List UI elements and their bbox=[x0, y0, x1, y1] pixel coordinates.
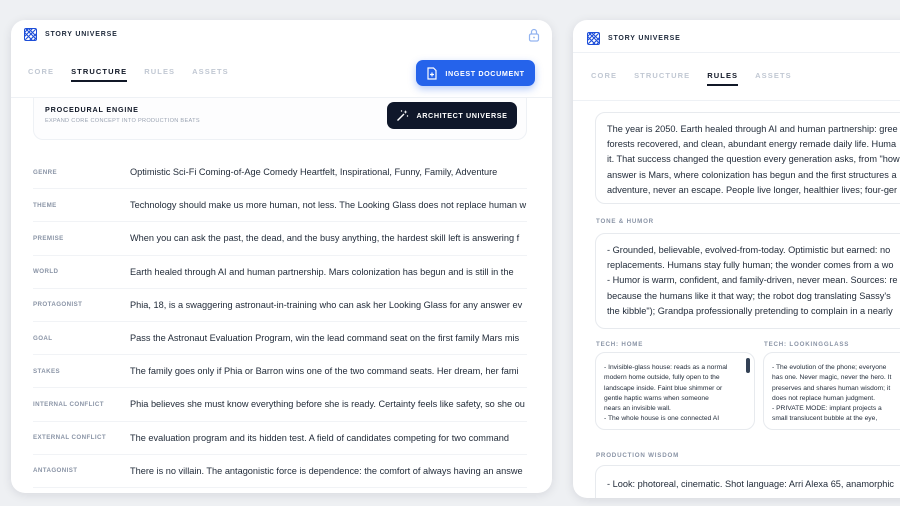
row-label: STAKES bbox=[33, 367, 61, 375]
tone-line: replacements. Humans stay fully human; t… bbox=[607, 260, 894, 271]
tab-assets[interactable]: ASSETS bbox=[192, 67, 229, 82]
tone-humor-label: TONE & HUMOR bbox=[596, 218, 654, 225]
world-line: The year is 2050. Earth healed through A… bbox=[607, 124, 898, 134]
row-value[interactable]: Technology should make us more human, no… bbox=[130, 200, 527, 210]
lock-icon[interactable] bbox=[528, 28, 540, 47]
section-tabs: CORE STRUCTURE RULES ASSETS bbox=[591, 71, 792, 86]
row-label: ANTAGONIST bbox=[33, 467, 78, 475]
brand: STORY UNIVERSE bbox=[24, 28, 118, 41]
row-value[interactable]: Phia believes she must know everything b… bbox=[130, 399, 527, 409]
tab-core[interactable]: CORE bbox=[28, 67, 54, 82]
tech-glass-line: - The evolution of the phone; everyone bbox=[772, 364, 887, 371]
tech-home-line: - The whole house is one connected AI bbox=[604, 415, 720, 423]
tab-rules[interactable]: RULES bbox=[144, 67, 175, 82]
tab-structure[interactable]: STRUCTURE bbox=[71, 67, 128, 82]
procedural-engine-card: PROCEDURAL ENGINE EXPAND CORE CONCEPT IN… bbox=[33, 98, 527, 140]
tech-glass-line: has one. Never magic, never the hero. It bbox=[772, 374, 892, 382]
row-label: GOAL bbox=[33, 334, 53, 342]
tech-home-label: TECH: HOME bbox=[596, 341, 644, 348]
tab-core[interactable]: CORE bbox=[591, 71, 617, 86]
production-wisdom-box[interactable]: - Look: photoreal, cinematic. Shot langu… bbox=[595, 465, 900, 498]
tech-home-scrollbar[interactable] bbox=[746, 358, 750, 373]
tech-lookingglass-label: TECH: LOOKINGGLASS bbox=[764, 341, 850, 348]
universe-logo-icon bbox=[24, 28, 37, 41]
ingest-document-button[interactable]: INGEST DOCUMENT bbox=[416, 60, 535, 86]
tech-glass-line: preserves and shares human wisdom; it bbox=[772, 384, 891, 392]
tab-rules[interactable]: RULES bbox=[707, 71, 739, 86]
row-label: INTERNAL CONFLICT bbox=[33, 400, 104, 408]
row-value[interactable]: The family goes only if Phia or Barron w… bbox=[130, 366, 527, 376]
tab-assets[interactable]: ASSETS bbox=[755, 71, 792, 86]
row-label: GENRE bbox=[33, 168, 58, 176]
row-label: EXTERNAL CONFLICT bbox=[33, 434, 107, 442]
row-value[interactable]: Pass the Astronaut Evaluation Program, w… bbox=[130, 333, 527, 343]
tone-line: - Humor is warm, confident, and family-d… bbox=[607, 275, 898, 286]
architect-universe-button[interactable]: ARCHITECT UNIVERSE bbox=[387, 102, 517, 129]
tone-line: - Grounded, believable, evolved-from-tod… bbox=[607, 245, 891, 255]
table-row[interactable]: THEME Technology should make us more huma… bbox=[33, 189, 527, 223]
row-value[interactable]: Optimistic Sci-Fi Coming-of-Age Comedy H… bbox=[130, 167, 527, 177]
row-label: PROTAGONIST bbox=[33, 301, 83, 309]
table-row[interactable]: PREMISE When you can ask the past, the de… bbox=[33, 222, 527, 256]
tech-home-box[interactable]: - Invisible-glass house: reads as a norm… bbox=[595, 352, 755, 430]
rules-panel: STORY UNIVERSE CORE STRUCTURE RULES ASSE… bbox=[573, 20, 900, 498]
world-rules-box[interactable]: The year is 2050. Earth healed through A… bbox=[595, 112, 900, 204]
brand-title: STORY UNIVERSE bbox=[608, 35, 681, 42]
engine-subtitle: EXPAND CORE CONCEPT INTO PRODUCTION BEAT… bbox=[45, 118, 200, 124]
tech-glass-line: does not replace human judgment. bbox=[772, 394, 875, 402]
row-label: THEME bbox=[33, 201, 57, 209]
table-row[interactable]: GENRE Optimistic Sci-Fi Coming-of-Age Com… bbox=[33, 156, 527, 190]
table-row[interactable]: INTERNAL CONFLICT Phia believes she must … bbox=[33, 388, 527, 422]
tech-home-line: modern home outside, fully open to the bbox=[604, 374, 720, 382]
structure-panel: STORY UNIVERSE CORE STRUCTURE RULES ASSE… bbox=[11, 20, 552, 493]
architect-universe-label: ARCHITECT UNIVERSE bbox=[416, 111, 508, 120]
table-row[interactable]: STAKES The family goes only if Phia or Ba… bbox=[33, 355, 527, 389]
brand-divider bbox=[573, 52, 900, 53]
row-value[interactable]: When you can ask the past, the dead, and… bbox=[130, 233, 527, 243]
table-row[interactable]: EXTERNAL CONFLICT The evaluation program … bbox=[33, 422, 527, 455]
header-divider bbox=[573, 100, 900, 101]
universe-logo-icon bbox=[587, 32, 600, 45]
table-row[interactable]: WORLD Earth healed through AI and human p… bbox=[33, 256, 527, 289]
row-value[interactable]: Phia, 18, is a swaggering astronaut-in-t… bbox=[130, 300, 527, 310]
document-plus-icon bbox=[427, 66, 437, 80]
world-line: adventure, never an escape. People live … bbox=[607, 184, 898, 195]
world-line: answer is Mars, where colonization has b… bbox=[607, 169, 897, 180]
tech-home-line: landscape inside. Faint blue shimmer or bbox=[604, 384, 723, 392]
brand-title: STORY UNIVERSE bbox=[45, 31, 118, 38]
tone-line: because the humans like it that way; the… bbox=[607, 290, 891, 301]
world-line: forests recovered, and clean, abundant e… bbox=[607, 139, 897, 150]
brand: STORY UNIVERSE bbox=[587, 32, 681, 45]
tech-lookingglass-box[interactable]: - The evolution of the phone; everyone h… bbox=[763, 352, 900, 430]
tech-home-line: gentle haptic warns when someone bbox=[604, 394, 709, 402]
row-value[interactable]: There is no villain. The antagonistic fo… bbox=[130, 466, 527, 476]
table-row[interactable]: GOAL Pass the Astronaut Evaluation Progra… bbox=[33, 322, 527, 356]
engine-title: PROCEDURAL ENGINE bbox=[45, 105, 139, 114]
production-wisdom-label: PRODUCTION WISDOM bbox=[596, 452, 680, 459]
row-label: WORLD bbox=[33, 268, 59, 276]
table-row[interactable]: ANTAGONIST There is no villain. The antag… bbox=[33, 455, 527, 488]
row-value[interactable]: Earth healed through AI and human partne… bbox=[130, 267, 527, 277]
tab-structure[interactable]: STRUCTURE bbox=[634, 71, 690, 86]
ingest-document-label: INGEST DOCUMENT bbox=[445, 68, 525, 78]
tone-line: the kibble"); Grandpa professionally pre… bbox=[607, 305, 893, 316]
row-value[interactable]: The evaluation program and its hidden te… bbox=[130, 433, 527, 443]
tech-home-line: nears an invisible wall. bbox=[604, 405, 671, 413]
row-label: PREMISE bbox=[33, 234, 64, 242]
world-line: it. That success changed the question ev… bbox=[607, 154, 900, 165]
tech-glass-line: - PRIVATE MODE: implant projects a bbox=[772, 405, 882, 413]
tech-glass-line: small translucent bubble at the eye, bbox=[772, 415, 878, 423]
tech-home-line: - Invisible-glass house: reads as a norm… bbox=[604, 364, 728, 371]
structure-rows: GENRE Optimistic Sci-Fi Coming-of-Age Com… bbox=[33, 156, 527, 488]
tone-humor-box[interactable]: - Grounded, believable, evolved-from-tod… bbox=[595, 233, 900, 329]
magic-wand-icon bbox=[397, 110, 409, 121]
section-tabs: CORE STRUCTURE RULES ASSETS bbox=[28, 67, 229, 82]
table-row[interactable]: PROTAGONIST Phia, 18, is a swaggering ast… bbox=[33, 289, 527, 322]
wisdom-line: - Look: photoreal, cinematic. Shot langu… bbox=[607, 479, 895, 489]
